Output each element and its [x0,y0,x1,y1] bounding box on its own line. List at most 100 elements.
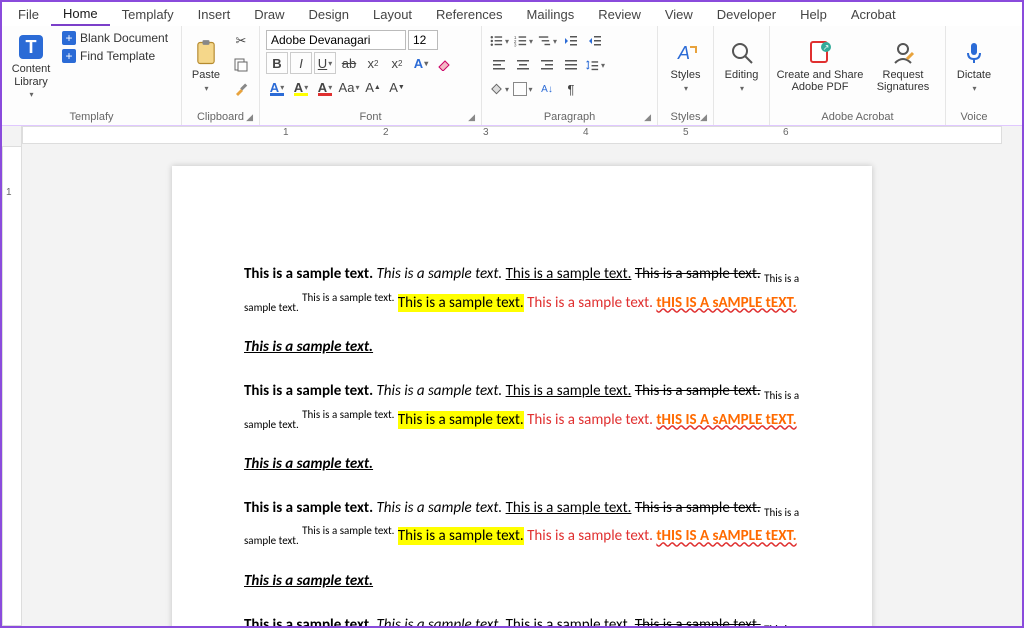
ribbon: T Content Library ▾ + Blank Document + F… [2,26,1022,126]
find-template-button[interactable]: + Find Template [58,48,172,64]
tab-insert[interactable]: Insert [186,4,243,25]
group-label-voice: Voice [950,109,998,125]
align-center-button[interactable] [512,54,534,76]
dialog-launcher-icon[interactable]: ◢ [246,112,253,123]
increase-indent-button[interactable] [584,30,606,52]
eraser-icon [437,55,453,71]
text-togglecase: tHIS IS A sAMPLE tEXT. [656,294,796,312]
shrink-font-button[interactable]: A▼ [386,76,408,98]
workspace: 1 This is a sample text. This is a sampl… [2,146,1022,626]
vertical-ruler[interactable]: 1 [2,146,22,626]
shading-button[interactable]: ▾ [488,78,510,100]
font-color-button[interactable]: A▾ [314,76,336,98]
request-signatures-button[interactable]: Request Signatures [868,28,938,104]
align-right-button[interactable] [536,54,558,76]
tab-help[interactable]: Help [788,4,839,25]
text-superscript: This is a sample text. [302,408,394,421]
highlight-button[interactable]: A▾ [290,76,312,98]
text-bold: This is a sample text. [244,499,373,517]
tab-review[interactable]: Review [586,4,653,25]
tab-references[interactable]: References [424,4,514,25]
styles-button[interactable]: A Styles ▾ [662,28,709,104]
sort-button[interactable]: A↓ [536,78,558,100]
dialog-launcher-icon[interactable]: ◢ [468,112,475,123]
clear-formatting-button[interactable] [434,52,456,74]
dialog-launcher-icon[interactable]: ◢ [700,112,707,123]
chevron-down-icon: ▾ [29,90,33,99]
document-page[interactable]: This is a sample text. This is a sample … [172,166,872,626]
text-italic: This is a sample text. [377,382,503,400]
brush-icon [233,81,249,97]
cut-button[interactable]: ✂ [230,30,252,52]
text-red: This is a sample text. [527,411,653,429]
content-library-button[interactable]: T Content Library ▾ [6,28,56,104]
align-left-button[interactable] [488,54,510,76]
subscript-button[interactable]: x2 [362,52,384,74]
tab-developer[interactable]: Developer [705,4,788,25]
clipboard-icon [192,39,220,67]
underline-button[interactable]: U▾ [314,52,336,74]
decrease-indent-button[interactable] [560,30,582,52]
format-painter-button[interactable] [230,78,252,100]
line-spacing-button[interactable]: ▾ [584,54,606,76]
grow-font-button[interactable]: A▲ [362,76,384,98]
numbering-button[interactable]: 123▾ [512,30,534,52]
search-icon [728,39,756,67]
justify-button[interactable] [560,54,582,76]
show-marks-button[interactable]: ¶ [560,78,582,100]
group-label-acrobat: Adobe Acrobat [774,109,941,125]
font-name-input[interactable] [266,30,406,50]
bullets-button[interactable]: ▾ [488,30,510,52]
tab-file[interactable]: File [6,4,51,25]
align-right-icon [539,57,555,73]
editing-button[interactable]: Editing ▾ [718,28,765,104]
italic-button[interactable]: I [290,52,312,74]
line-spacing-icon [585,57,600,73]
text-superscript: This is a sample text. [302,291,394,304]
tab-mailings[interactable]: Mailings [515,4,587,25]
paste-button[interactable]: Paste ▾ [186,28,226,104]
svg-text:+: + [65,31,72,45]
svg-text:T: T [26,37,37,57]
chevron-down-icon: ▾ [204,84,208,93]
svg-text:↗: ↗ [823,43,830,52]
tab-draw[interactable]: Draw [242,4,296,25]
create-share-pdf-button[interactable]: ↗ Create and Share Adobe PDF [774,28,866,104]
align-left-icon [491,57,507,73]
text-bold-italic-underline: This is a sample text. [244,338,373,356]
templafy-t-icon: T [17,33,45,61]
strikethrough-button[interactable]: ab [338,52,360,74]
text-effects-button[interactable]: A▾ [410,52,432,74]
multilevel-list-button[interactable]: ▾ [536,30,558,52]
text-bold-italic-underline: This is a sample text. [244,572,373,590]
tab-layout[interactable]: Layout [361,4,424,25]
bucket-icon [489,81,504,97]
multilevel-icon [537,33,552,49]
superscript-button[interactable]: x2 [386,52,408,74]
font-size-input[interactable] [408,30,438,50]
group-label-editing [718,121,765,125]
font-color-a-button[interactable]: A▾ [266,76,288,98]
sample-block: This is a sample text. This is a sample … [244,379,800,434]
tab-home[interactable]: Home [51,3,110,26]
dialog-launcher-icon[interactable]: ◢ [644,112,651,123]
tab-view[interactable]: View [653,4,705,25]
dictate-button[interactable]: Dictate ▾ [950,28,998,104]
justify-icon [563,57,579,73]
copy-button[interactable] [230,54,252,76]
tab-design[interactable]: Design [297,4,361,25]
plus-icon: + [62,49,76,63]
bold-button[interactable]: B [266,52,288,74]
group-label-font: Font◢ [264,109,477,125]
blank-document-button[interactable]: + Blank Document [58,30,172,46]
ruler-tick: 2 [383,127,389,138]
tab-acrobat[interactable]: Acrobat [839,4,908,25]
change-case-button[interactable]: Aa▾ [338,76,360,98]
tab-templafy[interactable]: Templafy [110,4,186,25]
borders-button[interactable]: ▾ [512,78,534,100]
document-scroll[interactable]: This is a sample text. This is a sample … [22,146,1022,626]
horizontal-ruler[interactable]: 1 2 3 4 5 6 [22,126,1002,144]
outdent-icon [563,33,579,49]
chevron-down-icon: ▾ [972,84,976,93]
indent-icon [587,33,603,49]
